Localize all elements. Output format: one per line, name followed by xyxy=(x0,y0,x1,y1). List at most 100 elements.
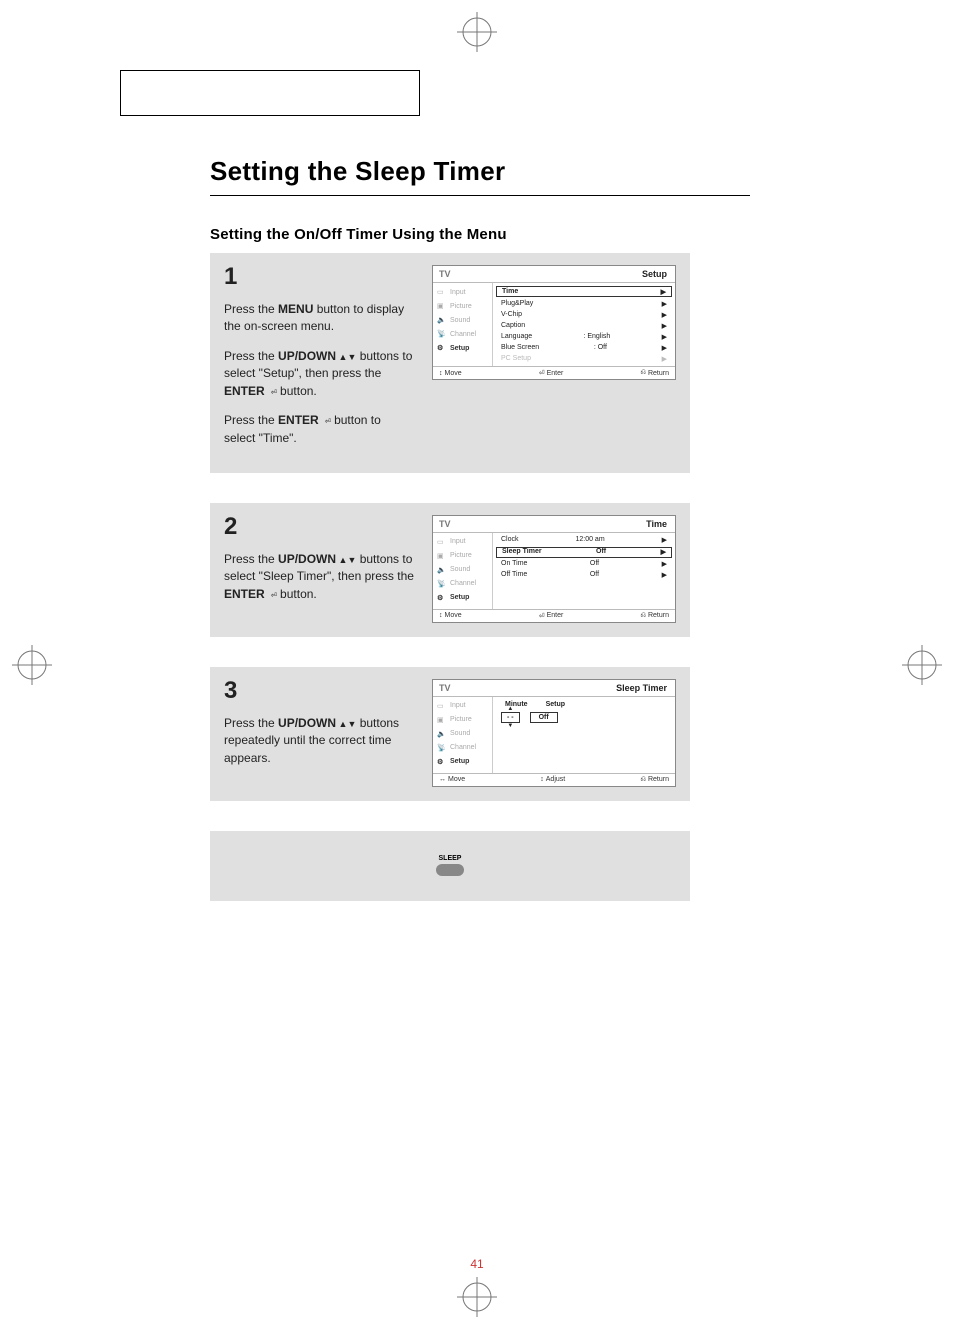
step-1-para-2: Press the UP/DOWN ▲▼ buttons to select "… xyxy=(224,348,414,400)
osd-title: Setup xyxy=(493,266,675,283)
step-3-text: 3 Press the UP/DOWN ▲▼ buttons repeatedl… xyxy=(224,679,414,779)
input-icon: ▭ xyxy=(437,538,447,546)
osd-row-plugplay: Plug&Play▶ xyxy=(495,298,673,309)
sidebar-item-sound: 🔈Sound xyxy=(433,727,492,741)
sidebar-item-channel: 📡Channel xyxy=(433,577,492,591)
channel-icon: 📡 xyxy=(437,330,447,338)
step-2-para: Press the UP/DOWN ▲▼ buttons to select "… xyxy=(224,551,414,603)
osd-row-clock: Clock12:00 am▶ xyxy=(495,535,673,546)
crop-mark-left xyxy=(12,645,52,685)
sidebar-item-setup: ⚙Setup xyxy=(433,591,492,605)
osd-title: Time xyxy=(493,516,675,533)
sleep-remote-block: SLEEP xyxy=(210,831,690,901)
channel-icon: 📡 xyxy=(437,744,447,752)
enter-icon: ⏎ xyxy=(265,590,277,601)
osd-footer: ↕ Move ⏎ Enter ⎌ Return xyxy=(433,609,675,622)
title-rule xyxy=(210,195,750,196)
foot-enter: ⏎ Enter xyxy=(539,612,564,620)
sidebar-item-input: ▭Input xyxy=(433,699,492,713)
osd-row-ontime: On TimeOff▶ xyxy=(495,559,673,570)
enter-icon: ⏎ xyxy=(539,369,545,377)
osd-sleeptimer-controls: Minute Setup ▲ - - ▼ Off xyxy=(493,697,573,773)
foot-adjust: ↕ Adjust xyxy=(540,776,565,784)
crop-mark-right xyxy=(902,645,942,685)
foot-enter: ⏎ Enter xyxy=(539,369,564,377)
up-down-triangles-icon: ▲▼ xyxy=(336,352,356,362)
chevron-right-icon: ▶ xyxy=(662,333,667,341)
sidebar-item-input: ▭Input xyxy=(433,535,492,549)
osd-sidebar: ▭Input ▣Picture 🔈Sound 📡Channel ⚙Setup xyxy=(433,533,493,609)
step-3: 3 Press the UP/DOWN ▲▼ buttons repeatedl… xyxy=(210,667,690,801)
chevron-right-icon: ▶ xyxy=(661,288,666,296)
osd-row-bluescreen: Blue Screen: Off▶ xyxy=(495,342,673,353)
sidebar-item-input: ▭Input xyxy=(433,285,492,299)
enter-icon: ⏎ xyxy=(539,612,545,620)
input-icon: ▭ xyxy=(437,288,447,296)
foot-return: ⎌ Return xyxy=(640,776,669,784)
osd-row-offtime: Off TimeOff▶ xyxy=(495,570,673,581)
foot-return: ⎌ Return xyxy=(640,369,669,377)
osd-screenshot-sleeptimer: TV Sleep Timer ▭Input ▣Picture 🔈Sound 📡C… xyxy=(432,679,676,787)
foot-move: ↕ Move xyxy=(439,612,462,620)
sidebar-item-sound: 🔈Sound xyxy=(433,563,492,577)
step-1-para-3: Press the ENTER ⏎ button to select "Time… xyxy=(224,412,414,447)
osd-row-caption: Caption▶ xyxy=(495,320,673,331)
osd-footer: ↔ Move ↕ Adjust ⎌ Return xyxy=(433,773,675,786)
up-down-triangles-icon: ▲▼ xyxy=(336,719,356,729)
updown-icon: ↕ xyxy=(439,370,443,377)
osd-tv-label: TV xyxy=(433,266,493,283)
setup-header: Setup xyxy=(546,701,565,708)
foot-move: ↕ Move xyxy=(439,369,462,377)
osd-row-sleeptimer: Sleep TimerOff▶ xyxy=(496,547,672,558)
foot-return: ⎌ Return xyxy=(640,612,669,620)
osd-tv-label: TV xyxy=(433,680,493,697)
updown-icon: ↕ xyxy=(540,776,544,783)
chevron-right-icon: ▶ xyxy=(662,571,667,579)
osd-title: Sleep Timer xyxy=(493,680,675,697)
chevron-right-icon: ▶ xyxy=(662,300,667,308)
foot-move-lr: ↔ Move xyxy=(439,776,465,784)
input-icon: ▭ xyxy=(437,702,447,710)
page-number: 41 xyxy=(0,1257,954,1271)
sidebar-item-channel: 📡Channel xyxy=(433,327,492,341)
minute-spinner: ▲ - - ▼ xyxy=(501,712,520,723)
enter-icon: ⏎ xyxy=(265,387,277,398)
sidebar-item-picture: ▣Picture xyxy=(433,713,492,727)
osd-row-pcsetup: PC Setup▶ xyxy=(495,353,673,364)
leftright-icon: ↔ xyxy=(439,776,446,783)
sidebar-item-setup: ⚙Setup xyxy=(433,755,492,769)
osd-main-list: Time▶ Plug&Play▶ V-Chip▶ Caption▶ Langua… xyxy=(493,283,675,366)
picture-icon: ▣ xyxy=(437,552,447,560)
osd-main-list: Clock12:00 am▶ Sleep TimerOff▶ On TimeOf… xyxy=(493,533,675,609)
osd-sidebar: ▭Input ▣Picture 🔈Sound 📡Channel ⚙Setup xyxy=(433,283,493,366)
channel-icon: 📡 xyxy=(437,580,447,588)
step-number: 1 xyxy=(224,265,414,289)
sleep-button-icon xyxy=(436,864,464,876)
step-2-text: 2 Press the UP/DOWN ▲▼ buttons to select… xyxy=(224,515,414,615)
sound-icon: 🔈 xyxy=(437,730,447,738)
section-subtitle: Setting the On/Off Timer Using the Menu xyxy=(210,226,874,243)
setup-icon: ⚙ xyxy=(437,594,447,602)
manual-page: Setting the Sleep Timer Setting the On/O… xyxy=(0,0,954,1329)
picture-icon: ▣ xyxy=(437,716,447,724)
step-2: 2 Press the UP/DOWN ▲▼ buttons to select… xyxy=(210,503,690,637)
osd-tv-label: TV xyxy=(433,516,493,533)
osd-row-vchip: V-Chip▶ xyxy=(495,309,673,320)
step-number: 2 xyxy=(224,515,414,539)
setup-icon: ⚙ xyxy=(437,344,447,352)
chevron-right-icon: ▶ xyxy=(662,536,667,544)
sidebar-item-setup: ⚙Setup xyxy=(433,341,492,355)
osd-row-time: Time▶ xyxy=(496,286,672,297)
crop-mark-top xyxy=(457,12,497,52)
osd-footer: ↕ Move ⏎ Enter ⎌ Return xyxy=(433,366,675,379)
step-number: 3 xyxy=(224,679,414,703)
setup-value-box: Off xyxy=(530,712,558,723)
chevron-right-icon: ▶ xyxy=(662,560,667,568)
step-1-text: 1 Press the MENU button to display the o… xyxy=(224,265,414,459)
sidebar-item-picture: ▣Picture xyxy=(433,299,492,313)
enter-icon: ⏎ xyxy=(319,416,331,427)
sleep-button-illustration: SLEEP xyxy=(436,855,464,876)
page-title: Setting the Sleep Timer xyxy=(210,156,874,187)
chevron-right-icon: ▶ xyxy=(661,548,666,556)
sidebar-item-channel: 📡Channel xyxy=(433,741,492,755)
